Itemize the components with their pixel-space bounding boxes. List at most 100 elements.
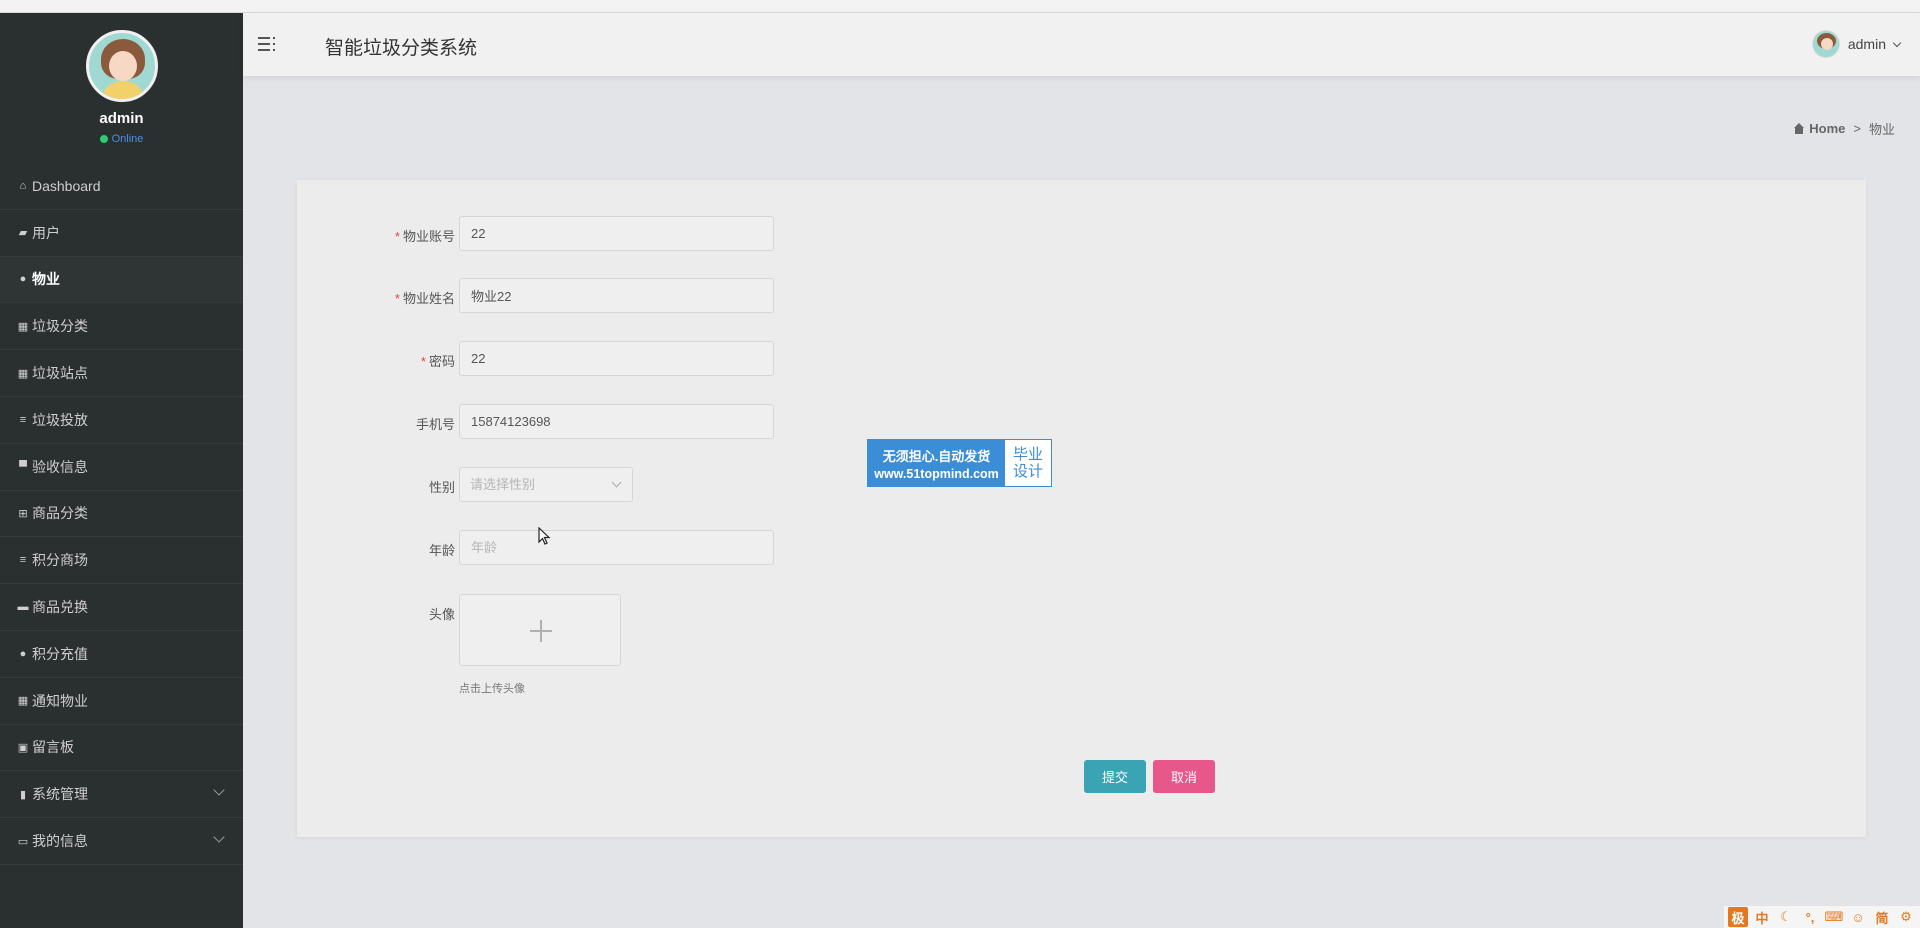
sidebar-item-label: 垃圾分类	[32, 318, 88, 335]
form-row-age: 年龄	[297, 530, 1097, 566]
gender-label: 性别	[428, 480, 455, 495]
sidebar-item-dashboard[interactable]: ⌂ Dashboard	[0, 163, 243, 210]
ime-punctuation-icon[interactable]: °,	[1800, 907, 1820, 927]
breadcrumb-current: 物业	[1868, 122, 1895, 137]
sidebar-item-label: 留言板	[32, 739, 74, 756]
watermark-right1: 毕业	[1012, 446, 1043, 463]
sidebar-item-label: 物业	[32, 271, 60, 288]
grid-icon: ▦	[17, 695, 29, 708]
ime-moon-icon[interactable]: ☾	[1776, 907, 1796, 927]
gender-select[interactable]: 请选择性别	[459, 467, 633, 502]
breadcrumb-separator: >	[1853, 121, 1861, 136]
sidebar-item-garbage-delivery[interactable]: ≡ 垃圾投放	[0, 397, 243, 444]
profile-name: admin	[99, 110, 144, 127]
ime-settings-icon[interactable]: ⚙	[1896, 907, 1916, 927]
form-row-password: * 密码	[297, 341, 1097, 377]
ime-tray: 极 中 ☾ °, ⌨ ☺ 简 ⚙	[1724, 906, 1920, 928]
age-field[interactable]	[459, 530, 774, 565]
top-header: 智能垃圾分类系统 admin	[243, 13, 1920, 76]
form-card: *物业账号 *物业姓名 *密码 手机号 性别 请选择性别 年龄 头像 点击上传头…	[297, 180, 1866, 837]
avatar-label: 头像	[428, 607, 455, 622]
sidebar-item-label: 积分充值	[32, 645, 88, 662]
chevron-down-icon	[213, 784, 225, 797]
user-name: admin	[1847, 36, 1886, 52]
sidebar-item-label: 验收信息	[32, 458, 88, 475]
online-dot-icon	[99, 135, 108, 143]
users-icon: ▰	[18, 227, 28, 240]
sidebar-item-system-management[interactable]: ▮ 系统管理	[0, 771, 243, 819]
breadcrumb-home[interactable]: Home	[1793, 121, 1845, 136]
user-icon: ●	[19, 647, 27, 660]
ime-keyboard-icon[interactable]: ⌨	[1824, 907, 1844, 927]
status-text: Online	[111, 133, 144, 145]
gender-placeholder: 请选择性别	[470, 477, 536, 492]
sidebar-item-property[interactable]: ● 物业	[0, 256, 243, 304]
age-label: 年龄	[428, 543, 455, 558]
sidebar-item-product-exchange[interactable]: ▬ 商品兑换	[0, 584, 243, 631]
user-icon: ●	[19, 273, 27, 286]
sidebar-item-message-board[interactable]: ▣ 留言板	[0, 725, 243, 772]
sidebar-profile: admin Online	[0, 13, 243, 163]
watermark-right2: 设计	[1012, 463, 1043, 480]
sidebar-item-label: Dashboard	[32, 177, 101, 194]
password-label: * 密码	[420, 354, 455, 369]
ime-simplified-toggle[interactable]: 简	[1872, 907, 1892, 927]
account-field[interactable]	[459, 216, 774, 251]
chevron-down-icon	[611, 477, 622, 488]
clipboard-icon: ▣	[17, 741, 29, 754]
monitor-icon: ▀	[19, 460, 27, 473]
sidebar-item-points-mall[interactable]: ≡ 积分商场	[0, 537, 243, 585]
menu-toggle-icon[interactable]	[258, 35, 278, 53]
required-mark: *	[420, 354, 426, 369]
sidebar-item-inspection[interactable]: ▀ 验收信息	[0, 444, 243, 491]
ime-chinese-toggle[interactable]: 中	[1752, 907, 1772, 927]
required-mark: *	[394, 291, 400, 306]
bar-chart-icon: ▮	[19, 788, 27, 801]
app-title: 智能垃圾分类系统	[325, 38, 478, 59]
sidebar-item-garbage-station[interactable]: ▦ 垃圾站点	[0, 350, 243, 397]
sidebar-item-product-category[interactable]: ⊞ 商品分类	[0, 491, 243, 538]
sidebar-item-label: 通知物业	[32, 692, 88, 709]
ime-user-icon[interactable]: ☺	[1848, 907, 1868, 927]
sidebar-item-garbage-category[interactable]: ▦ 垃圾分类	[0, 303, 243, 351]
required-mark: *	[394, 229, 400, 244]
table-icon: ⊞	[18, 507, 28, 520]
form-row-avatar: 头像 点击上传头像	[297, 594, 1097, 704]
form-row-name: * 物业姓名	[297, 278, 1097, 314]
sidebar-item-users[interactable]: ▰ 用户	[0, 210, 243, 257]
plus-icon	[530, 620, 552, 642]
sidebar-item-points-recharge[interactable]: ● 积分充值	[0, 631, 243, 678]
upload-hint: 点击上传头像	[459, 683, 525, 695]
form-row-phone: 手机号	[297, 404, 1097, 440]
sidebar-item-notify-property[interactable]: ▦ 通知物业	[0, 678, 243, 725]
card-icon: ▭	[17, 835, 29, 848]
sidebar-item-my-info[interactable]: ▭ 我的信息	[0, 818, 243, 865]
breadcrumb-home-label: Home	[1809, 121, 1846, 136]
breadcrumb: Home > 物业	[1793, 119, 1895, 138]
home-icon	[1793, 123, 1805, 134]
watermark-line2: www.51topmind.com	[874, 466, 999, 481]
avatar-uploader[interactable]	[459, 594, 621, 666]
watermark-left: 无须担心.自动发货 www.51topmind.com	[868, 440, 1005, 486]
phone-field[interactable]	[459, 404, 774, 439]
watermark-banner: 无须担心.自动发货 www.51topmind.com 毕业 设计	[867, 439, 1052, 487]
password-field[interactable]	[459, 341, 774, 376]
sidebar-item-label: 我的信息	[32, 833, 88, 850]
account-label: * 物业账号	[394, 229, 455, 244]
submit-button[interactable]: 提交	[1084, 760, 1146, 793]
home-icon: ⌂	[19, 179, 27, 192]
sidebar-item-label: 系统管理	[32, 786, 88, 803]
cancel-button[interactable]: 取消	[1153, 760, 1215, 793]
name-field[interactable]	[459, 278, 774, 313]
list-icon: ≡	[19, 413, 27, 426]
grid-icon: ▦	[17, 320, 29, 333]
sidebar-item-label: 商品分类	[32, 505, 88, 522]
watermark-right: 毕业 设计	[1005, 440, 1051, 486]
sidebar-item-label: 积分商场	[32, 552, 88, 569]
ime-logo-icon[interactable]: 极	[1728, 907, 1748, 927]
user-menu[interactable]: admin	[1811, 30, 1902, 58]
avatar	[85, 30, 158, 102]
avatar	[1811, 30, 1840, 58]
name-label: * 物业姓名	[394, 291, 455, 306]
form-row-account: * 物业账号	[297, 216, 1097, 252]
